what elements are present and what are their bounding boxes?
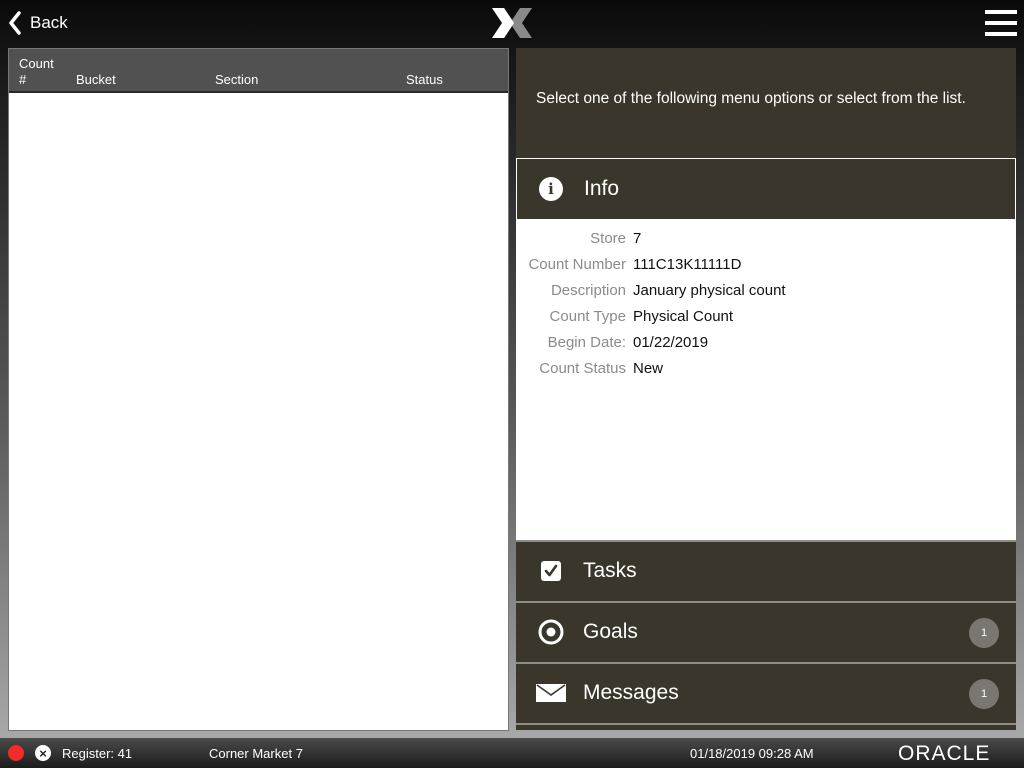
menu-item-label: Goals (583, 619, 638, 643)
field-value: January physical count (633, 281, 786, 299)
field-value: 111C13K11111D (633, 255, 742, 273)
column-header-count-line2[interactable]: # (19, 72, 26, 87)
menu-item-partial[interactable] (516, 723, 1016, 730)
info-row-store: Store 7 (517, 225, 1015, 251)
close-circle-icon[interactable]: × (35, 745, 51, 761)
field-label: Begin Date: (547, 333, 626, 351)
status-bar: × Register: 41 Corner Market 7 01/18/201… (0, 738, 1024, 768)
list-header: Count # Bucket Section Status (9, 49, 508, 93)
register-label: Register: 41 (62, 746, 133, 761)
oracle-logo: ORACLE (898, 742, 991, 765)
info-row-count-type: Count Type Physical Count (517, 303, 1015, 329)
hamburger-line (985, 32, 1017, 36)
field-label: Count Status (539, 359, 626, 377)
column-header-status[interactable]: Status (406, 72, 443, 87)
hamburger-menu-button[interactable] (985, 10, 1017, 36)
envelope-icon (534, 683, 568, 702)
list-body[interactable] (9, 93, 508, 730)
column-header-bucket[interactable]: Bucket (76, 72, 116, 87)
field-value: New (633, 359, 664, 377)
checkbox-icon (534, 560, 568, 581)
datetime: 01/18/2019 09:28 AM (690, 746, 814, 761)
hamburger-line (985, 10, 1017, 14)
field-label: Count Type (549, 307, 626, 325)
menu-item-label: Messages (583, 680, 679, 704)
top-bar: Back (0, 0, 1024, 46)
info-header[interactable]: i Info (517, 159, 1015, 219)
info-details: Store 7 Count Number 111C13K11111D Descr… (517, 219, 1015, 381)
menu-item-tasks[interactable]: Tasks (516, 540, 1016, 599)
detail-panel: Select one of the following menu options… (516, 48, 1016, 730)
instruction-text: Select one of the following menu options… (536, 90, 966, 107)
target-icon (534, 619, 568, 645)
field-value: Physical Count (633, 307, 734, 325)
messages-count-badge: 1 (969, 679, 999, 709)
info-row-count-status: Count Status New (517, 355, 1015, 381)
field-label: Store (590, 229, 626, 247)
x-logo-icon (492, 8, 532, 38)
menu-item-messages[interactable]: Messages 1 (516, 662, 1016, 721)
back-button[interactable]: Back (8, 9, 68, 37)
info-row-begin-date: Begin Date: 01/22/2019 (517, 329, 1015, 355)
count-list-panel: Count # Bucket Section Status (8, 48, 509, 731)
menu-item-goals[interactable]: Goals 1 (516, 601, 1016, 660)
field-value: 7 (633, 229, 642, 247)
menu-item-label: Tasks (583, 558, 637, 582)
info-row-description: Description January physical count (517, 277, 1015, 303)
column-header-count-line1[interactable]: Count (19, 56, 54, 71)
connection-status-icon (8, 745, 24, 761)
info-title: Info (584, 177, 620, 200)
column-header-section[interactable]: Section (215, 72, 258, 87)
field-label: Description (550, 281, 626, 299)
store-name: Corner Market 7 (209, 746, 303, 761)
hamburger-line (985, 21, 1017, 25)
info-icon: i (539, 177, 563, 201)
chevron-left-icon (9, 11, 21, 35)
field-value: 01/22/2019 (633, 333, 709, 351)
info-section: i Info Store 7 Count Number 111C13K11111… (516, 158, 1016, 540)
goals-count-badge: 1 (969, 618, 999, 648)
info-row-count-number: Count Number 111C13K11111D (517, 251, 1015, 277)
field-label: Count Number (528, 255, 626, 273)
back-label: Back (30, 13, 68, 32)
